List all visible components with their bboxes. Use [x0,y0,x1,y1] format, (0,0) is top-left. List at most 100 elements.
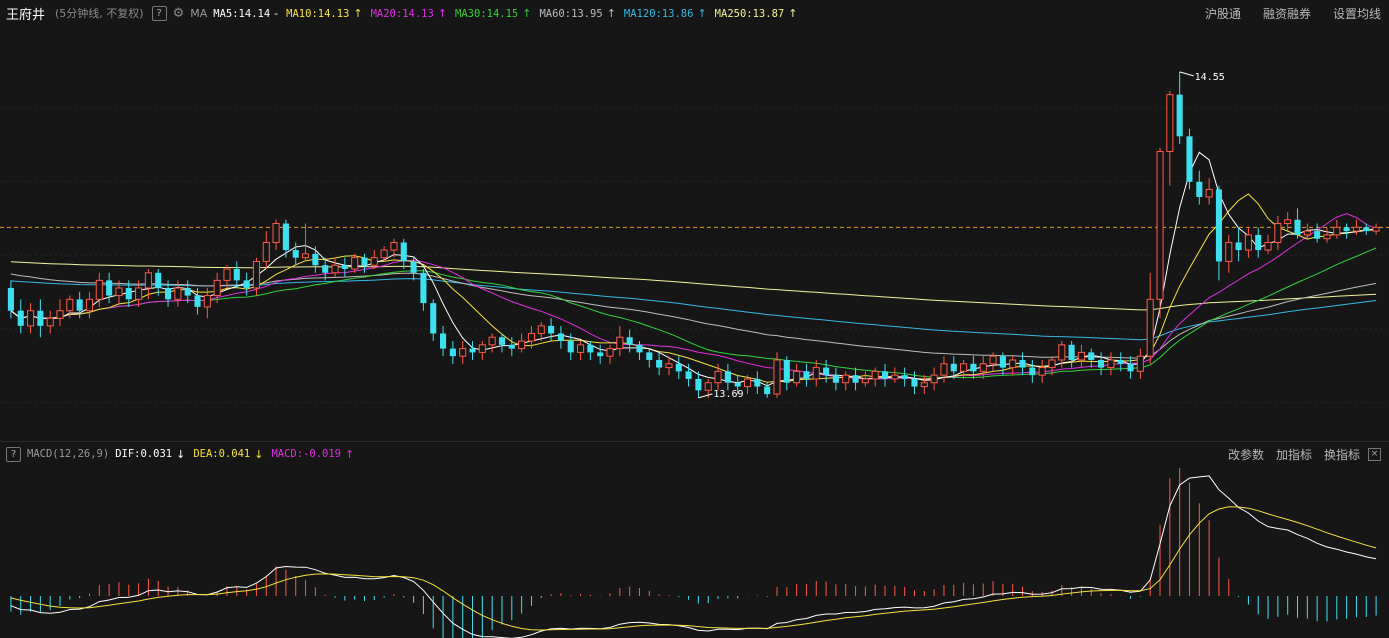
close-icon[interactable]: × [1368,447,1381,461]
candle[interactable] [106,272,113,304]
candle[interactable] [891,367,899,383]
candle[interactable] [56,299,64,326]
candle[interactable] [331,257,339,277]
candle[interactable] [46,310,54,334]
candle[interactable] [577,341,585,360]
candle[interactable] [597,344,604,364]
add-indicator-button[interactable]: 加指标 [1276,446,1312,463]
candle[interactable] [1009,356,1017,376]
candle[interactable] [1323,227,1331,243]
candle[interactable] [262,231,270,270]
candle[interactable] [1343,223,1350,239]
candle[interactable] [312,246,319,273]
candle[interactable] [1352,219,1360,235]
candle[interactable] [783,356,790,391]
candle[interactable] [548,318,555,342]
candle[interactable] [803,363,810,387]
candle[interactable] [272,219,280,251]
candle[interactable] [636,341,643,360]
candle[interactable] [85,291,94,319]
candle[interactable] [518,333,526,353]
candle[interactable] [724,363,731,391]
candle[interactable] [823,359,830,383]
candle[interactable] [979,356,987,379]
candle[interactable] [1166,90,1174,186]
gear-icon[interactable]: ⚙ [173,6,185,21]
candle[interactable] [420,269,427,311]
candle[interactable] [881,363,889,387]
macd-help-icon[interactable]: ? [6,446,21,462]
candle[interactable] [1372,223,1380,235]
candle[interactable] [292,242,299,266]
candle[interactable] [449,341,456,364]
candle[interactable] [626,329,633,353]
candle[interactable] [341,257,348,277]
candle[interactable] [1284,212,1292,232]
stock-name[interactable]: 王府井 [6,4,45,23]
candle[interactable] [1333,219,1341,239]
candle[interactable] [832,367,839,391]
candle[interactable] [469,341,476,360]
candle[interactable] [557,325,564,349]
candle[interactable] [606,344,614,364]
candle[interactable] [184,280,191,304]
candle[interactable] [1127,356,1134,379]
candle[interactable] [1294,208,1301,239]
candle[interactable] [1038,359,1046,383]
candle[interactable] [861,371,869,387]
candle[interactable] [1186,128,1193,190]
candle[interactable] [1029,359,1036,383]
candle[interactable] [1077,344,1085,368]
link-hsgt[interactable]: 沪股通 [1205,5,1241,22]
candle[interactable] [478,341,486,360]
candle[interactable] [155,269,162,296]
help-icon[interactable]: ? [151,5,167,21]
candle[interactable] [940,356,948,383]
candle[interactable] [901,367,908,387]
candle[interactable] [440,325,447,357]
candle[interactable] [675,356,682,379]
candle[interactable] [144,269,152,300]
candle[interactable] [400,238,407,270]
candle[interactable] [370,250,378,270]
candle[interactable] [1146,272,1154,364]
link-ma-settings[interactable]: 设置均线 [1333,5,1381,22]
candle[interactable] [1107,352,1115,376]
candle[interactable] [1196,170,1203,205]
candle[interactable] [17,299,24,334]
macd-chart[interactable] [0,466,1389,638]
candle[interactable] [1264,234,1272,254]
candle[interactable] [1088,348,1095,368]
candle[interactable] [842,371,850,391]
candle[interactable] [920,375,928,395]
candle[interactable] [1068,341,1075,368]
candle[interactable] [1205,178,1213,205]
candle[interactable] [646,348,653,368]
candle[interactable] [302,223,310,262]
candle[interactable] [960,359,968,379]
change-params-button[interactable]: 改参数 [1228,446,1264,463]
candle[interactable] [656,352,663,376]
candle[interactable] [27,303,35,334]
candle[interactable] [1255,227,1262,258]
candle[interactable] [852,367,859,391]
candle[interactable] [930,367,938,391]
candlestick-chart[interactable]: 14.55 13.69 [0,26,1389,440]
candle[interactable] [1225,234,1233,273]
candle[interactable] [616,325,624,357]
candle[interactable] [430,299,437,342]
candle[interactable] [754,371,761,395]
candle[interactable] [1244,227,1252,258]
candle[interactable] [1215,185,1222,281]
candle[interactable] [1098,352,1105,376]
candle[interactable] [1136,348,1144,379]
candle[interactable] [1314,223,1321,243]
candle[interactable] [233,261,240,288]
candle[interactable] [1156,147,1164,319]
candle[interactable] [37,299,44,338]
candle[interactable] [1235,227,1242,262]
candle[interactable] [1176,71,1183,144]
switch-indicator-button[interactable]: 换指标 [1324,446,1360,463]
link-margin[interactable]: 融资融券 [1263,5,1311,22]
candle[interactable] [1274,215,1282,251]
